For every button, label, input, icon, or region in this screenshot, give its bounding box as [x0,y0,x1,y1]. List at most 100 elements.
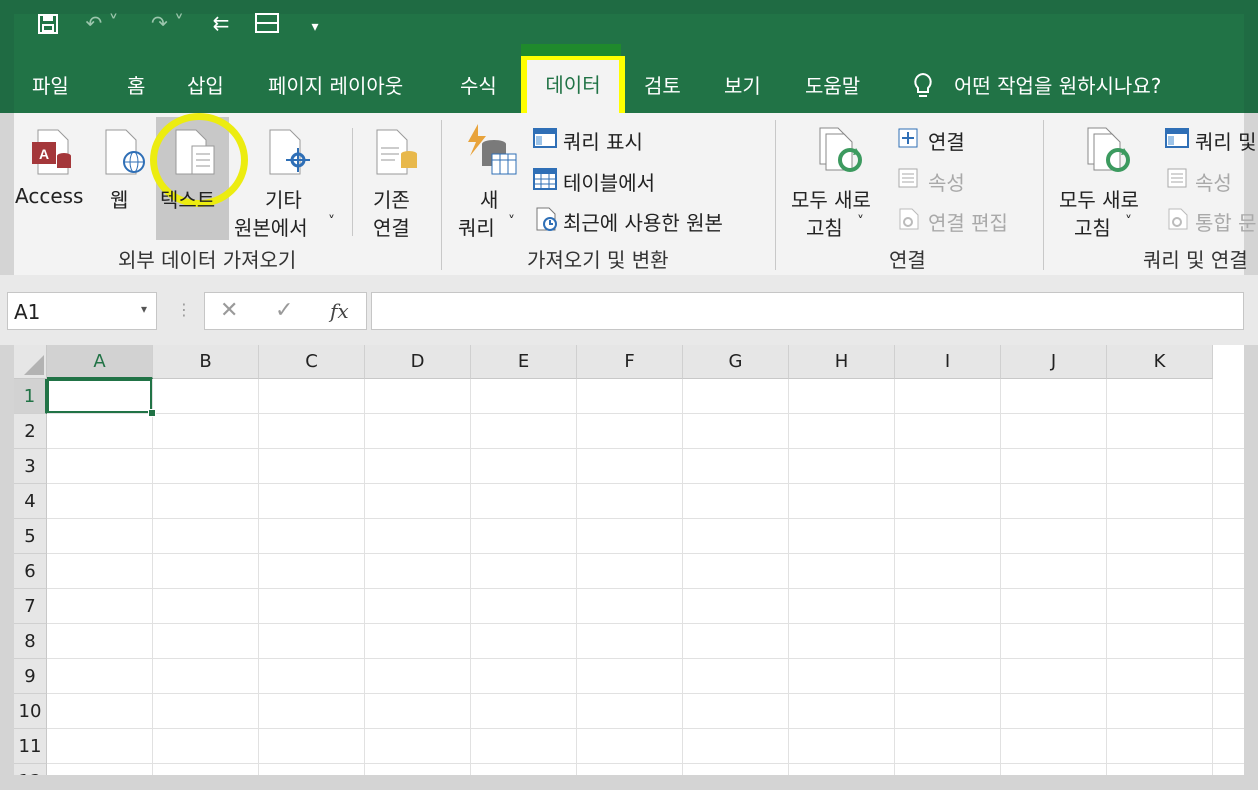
column-header[interactable]: A [47,345,153,379]
tab-home[interactable]: 홈 [127,70,145,102]
column-header[interactable]: E [471,345,577,379]
row-header[interactable]: 1 [14,379,47,414]
refresh-all-label-1[interactable]: 모두 새로 [791,184,871,213]
existing-connections-label-1[interactable]: 기존 [373,184,410,213]
column-header[interactable]: G [683,345,789,379]
formula-input[interactable] [371,292,1244,330]
chevron-down-icon[interactable]: ˅ [328,214,335,230]
show-queries-button[interactable]: 쿼리 표시 [563,126,643,155]
touch-mode-icon[interactable]: ⇇ [208,12,234,34]
other-sources-label-1[interactable]: 기타 [265,184,302,213]
tab-insert[interactable]: 삽입 [187,70,224,102]
properties-button[interactable]: 속성 [1195,167,1232,196]
window-frame-left [0,113,14,790]
access-icon: A [30,128,74,180]
column-header[interactable]: K [1107,345,1213,379]
fill-handle[interactable] [148,409,156,417]
undo-icon[interactable]: ↶ ˅ [82,12,122,34]
worksheet-grid[interactable]: ABCDEFGHIJK123456789101112 [14,345,1244,775]
tab-review[interactable]: 검토 [644,70,681,102]
cancel-icon[interactable]: ✕ [220,298,238,323]
chevron-down-icon[interactable]: ˅ [508,214,515,230]
selected-cell-a1[interactable] [47,379,152,413]
connections-button[interactable]: 연결 [928,126,965,155]
grid-line [894,379,895,775]
column-header[interactable]: J [1001,345,1107,379]
other-sources-label-2[interactable]: 원본에서 [234,212,308,241]
column-header[interactable]: H [789,345,895,379]
insert-function-button[interactable]: fx [330,299,349,323]
name-box-dropdown-icon[interactable]: ▾ [141,302,147,316]
existing-connections-icon [375,128,419,180]
edit-links-button[interactable]: 통합 문 [1195,207,1257,236]
grid-line [1212,379,1213,775]
chevron-down-icon[interactable]: ˅ [1125,214,1132,230]
access-button[interactable]: Access [15,184,83,208]
fit-icon[interactable] [254,12,280,38]
web-button[interactable]: 웹 [110,184,128,213]
refresh-all-icon [818,126,866,180]
recent-sources-button[interactable]: 최근에 사용한 원본 [563,207,723,236]
formula-bar-grip-icon[interactable]: ⋮ [176,300,192,319]
properties-icon [898,168,918,192]
tab-view[interactable]: 보기 [724,70,761,102]
edit-links-button[interactable]: 연결 편집 [928,207,1008,236]
column-header[interactable]: B [153,345,259,379]
tell-me-search[interactable]: 어떤 작업을 원하시나요? [954,70,1161,102]
refresh-all-icon [1086,126,1134,180]
grid-line [47,658,1244,659]
save-icon[interactable] [36,13,60,39]
row-header[interactable]: 10 [14,694,47,729]
row-header[interactable]: 8 [14,624,47,659]
tab-help[interactable]: 도움말 [805,70,860,102]
refresh-all-label-2[interactable]: 고침 [806,212,843,241]
column-header[interactable]: I [895,345,1001,379]
show-queries-icon [533,127,557,153]
customize-icon[interactable]: ▾ [306,16,324,38]
grid-line [576,379,577,775]
row-header[interactable]: 4 [14,484,47,519]
tab-data[interactable]: 데이터 [527,60,619,113]
text-button[interactable]: 텍스트 [160,184,215,213]
lightbulb-icon [912,72,934,104]
recent-sources-icon [535,207,559,235]
properties-button[interactable]: 속성 [928,167,965,196]
column-header[interactable]: D [365,345,471,379]
name-box[interactable]: A1 [7,292,157,330]
grid-line [152,379,153,775]
enter-icon[interactable]: ✓ [275,298,293,323]
row-header[interactable]: 12 [14,764,47,775]
existing-connections-label-2[interactable]: 연결 [373,212,410,241]
row-header[interactable]: 3 [14,449,47,484]
queries-connections-button[interactable]: 쿼리 및 [1195,126,1257,155]
properties-icon [1167,168,1187,192]
tab-file[interactable]: 파일 [32,70,69,102]
row-header[interactable]: 5 [14,519,47,554]
tab-page-layout[interactable]: 페이지 레이아웃 [268,70,403,102]
from-table-button[interactable]: 테이블에서 [563,167,655,196]
chevron-down-icon[interactable]: ˅ [857,214,864,230]
row-header[interactable]: 11 [14,729,47,764]
grid-line [47,763,1244,764]
grid-line [47,483,1244,484]
row-header[interactable]: 2 [14,414,47,449]
refresh-all-label-2[interactable]: 고침 [1074,212,1111,241]
connections-icon [898,128,918,152]
group-divider [1043,120,1044,270]
table-icon [533,168,557,194]
grid-line [47,693,1244,694]
new-query-label-2[interactable]: 쿼리 [458,212,495,241]
group-label-connections: 연결 [889,248,926,272]
grid-line [470,379,471,775]
redo-icon[interactable]: ↷ ˅ [145,12,190,34]
column-header[interactable]: F [577,345,683,379]
tab-formulas[interactable]: 수식 [460,70,497,102]
group-label-queries-connections: 쿼리 및 연결 [1143,248,1248,272]
row-header[interactable]: 7 [14,589,47,624]
new-query-label-1[interactable]: 새 [480,184,498,213]
row-header[interactable]: 6 [14,554,47,589]
row-header[interactable]: 9 [14,659,47,694]
column-header[interactable]: C [259,345,365,379]
refresh-all-label-1[interactable]: 모두 새로 [1059,184,1139,213]
select-all-corner[interactable] [14,345,47,379]
